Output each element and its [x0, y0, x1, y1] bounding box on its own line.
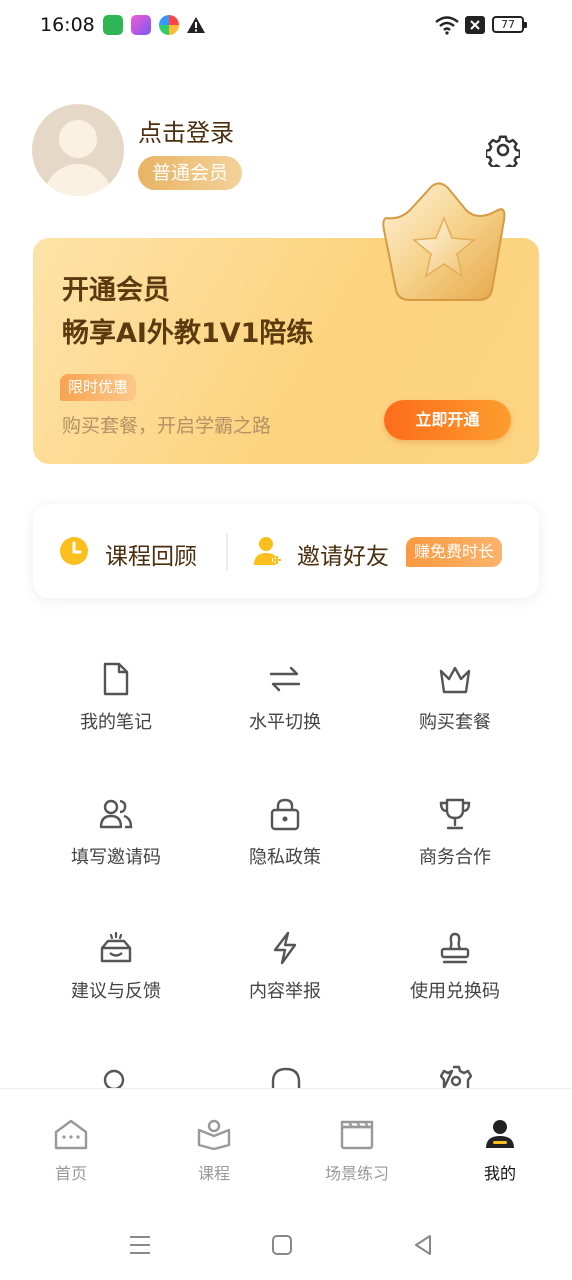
search-icon	[103, 1069, 125, 1088]
grid-item-label: 使用兑换码	[410, 981, 500, 1002]
back-nav-icon[interactable]	[412, 1234, 434, 1256]
warning-icon	[187, 17, 205, 33]
feedback-box-icon	[100, 931, 132, 963]
grid-item-label: 水平切换	[249, 712, 321, 733]
banner-title-line2: 畅享AI外教1V1陪练	[62, 318, 314, 349]
grid-item-label: 内容举报	[249, 981, 321, 1002]
users-icon	[99, 799, 133, 829]
headset-icon	[271, 1067, 301, 1088]
divider	[226, 533, 228, 571]
crown-badge-icon	[382, 182, 506, 301]
menu-icon[interactable]	[128, 1234, 152, 1256]
invite-user-icon	[254, 537, 282, 565]
grid-item-invite-code[interactable]: 填写邀请码	[21, 797, 211, 869]
status-bar: 16:08 77	[0, 0, 572, 52]
wifi-icon	[435, 16, 459, 35]
settings-gear-icon[interactable]	[486, 133, 520, 167]
grid-item-notes[interactable]: 我的笔记	[21, 662, 211, 734]
grid-item-label: 我的笔记	[80, 712, 152, 733]
banner-subtitle: 购买套餐，开启学霸之路	[62, 415, 272, 437]
note-icon	[103, 662, 129, 696]
grid-item-label: 填写邀请码	[71, 847, 161, 868]
grid-item-report[interactable]: 内容举报	[190, 931, 380, 1003]
member-badge: 普通会员	[138, 156, 243, 190]
tab-label: 我的	[483, 1164, 516, 1183]
grid-item-level-switch[interactable]: 水平切换	[190, 662, 380, 734]
earn-free-time-tag: 赚免费时长	[406, 537, 503, 567]
tab-home[interactable]: 首页	[16, 1118, 126, 1184]
home-icon	[54, 1119, 88, 1150]
tab-course[interactable]: 课程	[159, 1118, 269, 1184]
grid-item-label: 建议与反馈	[71, 981, 161, 1002]
trophy-icon	[439, 798, 471, 830]
app-notification-icon	[131, 15, 151, 35]
grid-item-label: 隐私政策	[249, 847, 321, 868]
status-time: 16:08	[40, 14, 95, 36]
activate-now-button[interactable]: 立即开通	[384, 400, 511, 440]
avatar[interactable]	[32, 104, 124, 196]
home-nav-icon[interactable]	[271, 1234, 293, 1256]
profile-icon	[486, 1120, 514, 1148]
settings-icon	[440, 1065, 472, 1088]
tab-mine[interactable]: 我的	[445, 1118, 555, 1184]
battery-indicator: 77	[492, 16, 527, 33]
tab-label: 场景练习	[324, 1164, 389, 1183]
course-icon	[197, 1119, 231, 1150]
crown-icon	[439, 666, 471, 694]
clock-icon	[60, 537, 88, 565]
tab-label: 课程	[197, 1164, 230, 1183]
app-notification-icon	[103, 15, 123, 35]
sim-off-icon	[465, 16, 485, 34]
grid-item-feedback[interactable]: 建议与反馈	[21, 931, 211, 1003]
grid-item-redeem-code[interactable]: 使用兑换码	[360, 931, 550, 1003]
switch-icon	[269, 666, 301, 692]
tab-scene-practice[interactable]: 场景练习	[302, 1118, 412, 1184]
limited-offer-tag: 限时优惠	[60, 374, 137, 401]
lightning-icon	[273, 931, 297, 965]
grid-item-label: 商务合作	[419, 847, 491, 868]
grid-item-privacy-policy[interactable]: 隐私政策	[190, 797, 380, 869]
login-link[interactable]: 点击登录	[138, 113, 234, 148]
grid-item-business[interactable]: 商务合作	[360, 797, 550, 869]
stamp-icon	[440, 932, 470, 964]
grid-item-buy-package[interactable]: 购买套餐	[360, 662, 550, 734]
lock-icon	[270, 798, 300, 831]
banner-title-line1: 开通会员	[62, 275, 170, 306]
tab-label: 首页	[54, 1164, 87, 1183]
invite-friends-link[interactable]: 邀请好友	[297, 537, 389, 571]
course-review-link[interactable]: 课程回顾	[105, 537, 197, 571]
grid-item-label: 购买套餐	[419, 712, 491, 733]
clapper-icon	[340, 1120, 374, 1150]
app-notification-icon	[159, 15, 179, 35]
